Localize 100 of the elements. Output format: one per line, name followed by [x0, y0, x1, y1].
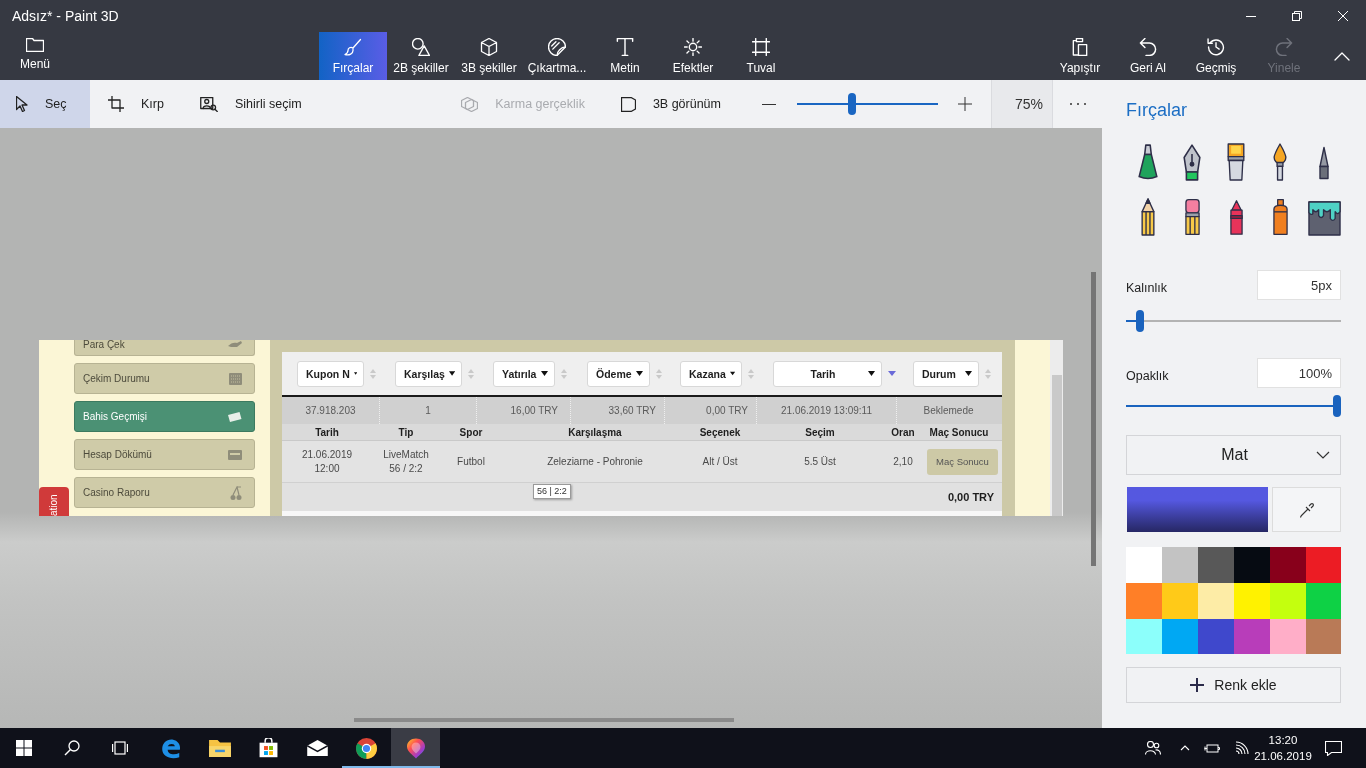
sidebar-button[interactable]: Çekim Durumu: [74, 363, 255, 394]
color-swatch-icon[interactable]: [1162, 583, 1198, 619]
horizontal-scrollbar[interactable]: [354, 718, 734, 722]
sort-descending-icon[interactable]: [888, 371, 896, 376]
filter-dropdown[interactable]: Yatırıla: [493, 360, 555, 387]
vertical-scrollbar[interactable]: [1091, 272, 1096, 566]
cube-icon[interactable]: [480, 38, 498, 56]
paint-bucket-icon[interactable]: [1307, 201, 1341, 236]
color-swatch-icon[interactable]: [1198, 619, 1234, 654]
crop-button[interactable]: Kırp: [90, 80, 182, 128]
folder-icon[interactable]: [208, 739, 231, 757]
filter-dropdown[interactable]: Ödeme: [587, 360, 650, 387]
select-button[interactable]: Seç: [0, 80, 90, 128]
color-swatch-icon[interactable]: [1234, 583, 1270, 619]
sidebar-button[interactable]: Casino Raporu: [74, 477, 255, 508]
filter-dropdown[interactable]: Kupon N: [297, 360, 364, 387]
filter-dropdown[interactable]: Kazana: [680, 360, 742, 387]
filter-dropdown[interactable]: Tarih: [773, 360, 882, 387]
balloon-logo-icon[interactable]: [406, 737, 425, 759]
zoom-in-icon[interactable]: [958, 97, 972, 111]
add-color-button[interactable]: Renk ekle: [1126, 667, 1341, 703]
eyedropper-icon[interactable]: [1298, 501, 1315, 518]
paste-button[interactable]: Yapıştır: [1046, 32, 1114, 80]
flat-brush-icon[interactable]: [1227, 143, 1245, 181]
stickers-tab[interactable]: Çıkartma...: [523, 32, 591, 80]
panel-icon[interactable]: [620, 96, 636, 112]
eraser-icon[interactable]: [1184, 198, 1200, 236]
scrollbar[interactable]: [1050, 340, 1063, 516]
color-swatch-icon[interactable]: [1306, 547, 1341, 583]
envelope-icon[interactable]: [307, 740, 328, 756]
history-icon[interactable]: [1207, 38, 1225, 56]
magic-select-button[interactable]: Sihirli seçim: [181, 80, 320, 128]
minimize-icon[interactable]: [1246, 15, 1256, 17]
opacity-field[interactable]: 100%: [1257, 358, 1341, 388]
sidebar-button[interactable]: Bahis Geçmişi: [74, 401, 255, 432]
color-swatch-icon[interactable]: [1270, 583, 1306, 619]
color-swatch-icon[interactable]: [1306, 619, 1341, 654]
match-result-button[interactable]: Maç Sonucu: [927, 448, 998, 475]
current-color-swatch-icon[interactable]: [1127, 487, 1268, 532]
undo-button[interactable]: Geri Al: [1114, 32, 1182, 80]
color-swatch-icon[interactable]: [1198, 547, 1234, 583]
menu-button[interactable]: Menü: [0, 32, 70, 80]
round-brush-icon[interactable]: [1273, 143, 1287, 181]
finish-dropdown[interactable]: Mat: [1126, 435, 1341, 475]
spray-can-icon[interactable]: [1272, 198, 1288, 236]
zoom-slider[interactable]: [797, 93, 938, 115]
sticker-icon[interactable]: [548, 38, 566, 56]
thickness-field[interactable]: 5px: [1257, 270, 1341, 300]
slider-thumb[interactable]: [1333, 395, 1341, 417]
clipboard-icon[interactable]: [1071, 38, 1089, 56]
brush-icon[interactable]: [344, 38, 362, 56]
opacity-slider[interactable]: [1126, 395, 1341, 417]
cursor-icon[interactable]: [16, 96, 28, 112]
color-swatch-icon[interactable]: [1126, 547, 1162, 583]
history-button[interactable]: Geçmiş: [1182, 32, 1250, 80]
chevron-down-icon[interactable]: [1316, 451, 1330, 459]
slider-thumb[interactable]: [847, 93, 856, 115]
start-icon[interactable]: [16, 740, 32, 756]
chevron-up-icon[interactable]: [1334, 51, 1350, 61]
side-tab[interactable]: ation: [39, 487, 69, 516]
color-swatch-icon[interactable]: [1306, 583, 1341, 619]
zoom-percentage[interactable]: 75%: [991, 80, 1053, 128]
marker-icon[interactable]: [1138, 144, 1158, 181]
chevron-up-icon[interactable]: [1179, 745, 1190, 751]
wifi-icon[interactable]: [1234, 741, 1249, 755]
view-3d-button[interactable]: 3B görünüm: [602, 80, 739, 128]
color-swatch-icon[interactable]: [1270, 547, 1306, 583]
task-view-icon[interactable]: [112, 741, 128, 755]
text-icon[interactable]: [616, 38, 634, 56]
pencil-icon[interactable]: [1141, 198, 1155, 236]
brushes-tab[interactable]: Fırçalar: [319, 32, 387, 80]
restore-icon[interactable]: [1292, 11, 1302, 21]
shapes-2d-tab[interactable]: 2B şekiller: [387, 32, 455, 80]
filter-dropdown[interactable]: Karşılaş: [395, 360, 462, 387]
picture-person-icon[interactable]: [199, 96, 218, 112]
folder-icon[interactable]: [26, 38, 44, 52]
color-swatch-icon[interactable]: [1162, 619, 1198, 654]
crop-icon[interactable]: [108, 96, 124, 112]
sidebar-button[interactable]: Para Çek: [74, 340, 255, 356]
canvas-icon[interactable]: [752, 38, 770, 56]
color-swatch-icon[interactable]: [1234, 619, 1270, 654]
shapes-3d-tab[interactable]: 3B şekiller: [455, 32, 523, 80]
e-logo-icon[interactable]: [159, 737, 182, 759]
thickness-slider[interactable]: [1126, 310, 1341, 332]
color-swatch-icon[interactable]: [1270, 619, 1306, 654]
clock-time[interactable]: 13:20: [1268, 732, 1298, 748]
undo-icon[interactable]: [1139, 38, 1157, 56]
sun-icon[interactable]: [684, 38, 702, 56]
battery-plug-icon[interactable]: [1203, 742, 1220, 754]
search-icon[interactable]: [64, 740, 80, 756]
color-swatch-icon[interactable]: [1126, 583, 1162, 619]
color-swatch-icon[interactable]: [1198, 583, 1234, 619]
clock-date[interactable]: 21.06.2019: [1254, 748, 1312, 764]
pen-icon[interactable]: [1319, 145, 1329, 181]
shapes-icon[interactable]: [412, 38, 430, 56]
notification-icon[interactable]: [1324, 740, 1342, 756]
effects-tab[interactable]: Efektler: [659, 32, 727, 80]
shopping-bag-icon[interactable]: [259, 738, 278, 758]
scrollbar-thumb[interactable]: [1051, 375, 1062, 516]
sidebar-button[interactable]: Hesap Dökümü: [74, 439, 255, 470]
